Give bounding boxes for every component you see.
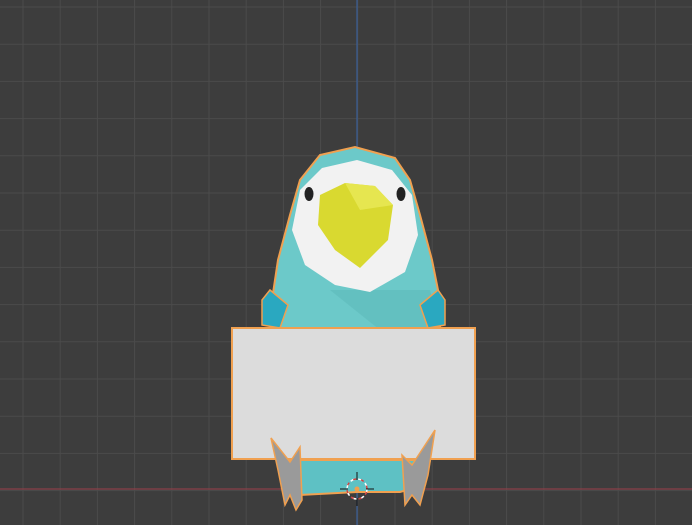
parrot-right-eye bbox=[396, 187, 406, 201]
3d-viewport[interactable] bbox=[0, 0, 692, 525]
sign-board[interactable] bbox=[231, 327, 476, 460]
parrot-left-eye bbox=[304, 187, 314, 201]
origin-dot bbox=[354, 486, 360, 492]
parrot-model[interactable] bbox=[231, 145, 476, 512]
viewport-canvas[interactable] bbox=[0, 0, 692, 525]
